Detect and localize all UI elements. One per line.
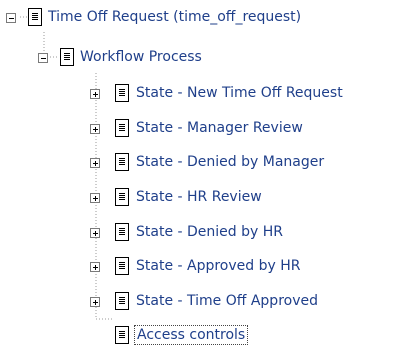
expand-toggle-icon[interactable] — [90, 158, 100, 168]
expand-toggle-icon[interactable] — [90, 262, 100, 272]
tree-node-state[interactable]: State - HR Review — [0, 184, 401, 210]
tree-node-state-label[interactable]: State - HR Review — [136, 187, 262, 207]
tree-node-state-label[interactable]: State - Time Off Approved — [136, 291, 318, 311]
tree-node-state-label[interactable]: State - Denied by Manager — [136, 152, 324, 172]
document-icon — [115, 119, 129, 137]
tree-node-state-label[interactable]: State - Denied by HR — [136, 222, 283, 242]
tree-node-state[interactable]: State - New Time Off Request — [0, 80, 401, 106]
tree-node-state[interactable]: State - Denied by HR — [0, 219, 401, 245]
tree-node-root[interactable]: Time Off Request (time_off_request) — [0, 4, 401, 30]
tree-node-workflow-process[interactable]: Workflow Process — [0, 44, 401, 70]
tree-node-access-controls[interactable]: Access controls — [0, 322, 401, 348]
document-icon — [115, 257, 129, 275]
document-icon — [115, 292, 129, 310]
document-icon — [115, 223, 129, 241]
tree-node-state[interactable]: State - Approved by HR — [0, 253, 401, 279]
tree-node-state-label[interactable]: State - Manager Review — [136, 118, 303, 138]
tree-node-state[interactable]: State - Denied by Manager — [0, 149, 401, 175]
tree-node-state-label[interactable]: State - New Time Off Request — [136, 83, 343, 103]
document-icon — [115, 326, 129, 344]
tree-node-root-label[interactable]: Time Off Request (time_off_request) — [48, 7, 301, 27]
document-icon — [28, 8, 42, 26]
document-icon — [115, 188, 129, 206]
tree-node-state[interactable]: State - Manager Review — [0, 115, 401, 141]
tree-node-state[interactable]: State - Time Off Approved — [0, 288, 401, 314]
expand-toggle-icon[interactable] — [90, 89, 100, 99]
tree-node-workflow-label[interactable]: Workflow Process — [80, 47, 202, 67]
document-icon — [60, 48, 74, 66]
expand-toggle-icon[interactable] — [90, 297, 100, 307]
collapse-toggle-icon[interactable] — [38, 53, 48, 63]
document-icon — [115, 153, 129, 171]
tree-node-access-controls-label[interactable]: Access controls — [134, 325, 249, 345]
tree-node-state-label[interactable]: State - Approved by HR — [136, 256, 301, 276]
expand-toggle-icon[interactable] — [90, 228, 100, 238]
collapse-toggle-icon[interactable] — [6, 13, 16, 23]
expand-toggle-icon[interactable] — [90, 124, 100, 134]
expand-toggle-icon[interactable] — [90, 193, 100, 203]
document-icon — [115, 84, 129, 102]
